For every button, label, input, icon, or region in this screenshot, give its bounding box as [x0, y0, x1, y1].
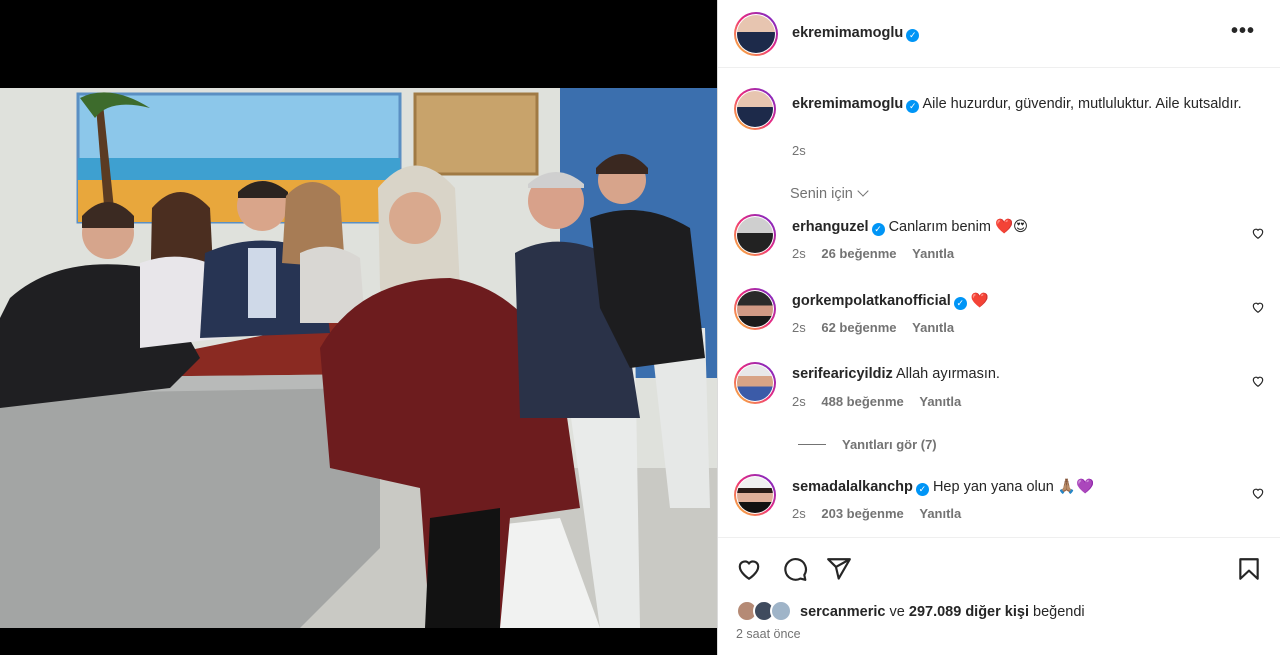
comment-username[interactable]: serifearicyildiz [792, 366, 893, 382]
likes-connector: ve [889, 604, 905, 620]
instagram-post-modal: ekremimamoglu ✓ ••• ekremimamoglu ✓ Aile h… [0, 0, 1280, 655]
post-media[interactable] [0, 0, 717, 655]
sort-label: Senin için [790, 186, 853, 202]
comment-likes[interactable]: 26 beğenme [821, 246, 896, 261]
likes-summary[interactable]: sercanmeric ve 297.089 diğer kişi beğend… [736, 600, 1085, 622]
comment-meta: 2s 26 beğenme Yanıtla [792, 246, 966, 261]
comment-username[interactable]: gorkempolatkanofficial [792, 293, 951, 309]
comment-likes[interactable]: 62 beğenme [821, 320, 896, 335]
commenter-avatar[interactable] [734, 474, 776, 516]
heart-icon[interactable] [1251, 226, 1265, 240]
comment-meta: 2s 488 beğenme Yanıtla [792, 394, 973, 409]
reply-button[interactable]: Yanıtla [919, 394, 961, 409]
commenter-avatar[interactable] [734, 214, 776, 256]
comment-time[interactable]: 2s [792, 394, 806, 409]
author-avatar[interactable] [734, 12, 778, 56]
comment-item: semadalalkanchp ✓ Hep yan yana olun 🙏🏽💜 2… [718, 474, 1280, 534]
caption-timestamp[interactable]: 2s [792, 143, 806, 158]
commenter-avatar[interactable] [734, 362, 776, 404]
post-timestamp[interactable]: 2 saat önce [736, 627, 801, 641]
commenter-avatar[interactable] [734, 288, 776, 330]
more-options-icon[interactable]: ••• [1231, 20, 1255, 43]
post-header: ekremimamoglu ✓ ••• [718, 0, 1280, 68]
comment-item: serifearicyildiz Allah ayırmasın. 2s 488… [718, 362, 1280, 422]
comment-likes[interactable]: 203 beğenme [821, 506, 903, 521]
verified-badge-icon: ✓ [906, 29, 920, 42]
comment-sort-dropdown[interactable]: Senin için [790, 185, 869, 202]
verified-badge-icon: ✓ [953, 297, 967, 310]
view-replies-button[interactable]: Yanıtları gör (7) [798, 437, 937, 452]
caption-username[interactable]: ekremimamoglu [792, 96, 903, 112]
comment-time[interactable]: 2s [792, 246, 806, 261]
comment-likes[interactable]: 488 beğenme [821, 394, 903, 409]
comment-icon[interactable] [782, 556, 808, 582]
like-heart-icon[interactable] [736, 556, 762, 582]
caption-text: Aile huzurdur, güvendir, mutluluktur. Ai… [922, 96, 1242, 112]
share-icon[interactable] [826, 556, 852, 582]
comment-text: erhanguzel ✓ Canlarım benim ❤️😍 [792, 218, 1232, 236]
replies-divider [798, 444, 826, 445]
post-photo [0, 88, 717, 628]
view-replies-label: Yanıtları gör (7) [842, 437, 937, 452]
bookmark-icon[interactable] [1236, 556, 1262, 582]
comment-meta: 2s 203 beğenme Yanıtla [792, 506, 973, 521]
comment-item: gorkempolatkanofficial ✓ ❤️ 2s 62 beğenme… [718, 288, 1280, 348]
heart-icon[interactable] [1251, 374, 1265, 388]
comment-time[interactable]: 2s [792, 506, 806, 521]
caption-avatar[interactable] [734, 88, 776, 130]
verified-badge-icon: ✓ [906, 100, 920, 113]
chevron-down-icon [857, 185, 869, 197]
comment-meta: 2s 62 beğenme Yanıtla [792, 320, 966, 335]
reply-button[interactable]: Yanıtla [912, 246, 954, 261]
likes-suffix: beğendi [1033, 604, 1085, 620]
comment-item: erhanguzel ✓ Canlarım benim ❤️😍 2s 26 beğ… [718, 214, 1280, 274]
heart-icon[interactable] [1251, 486, 1265, 500]
comment-body: ❤️ [970, 293, 989, 309]
comment-username[interactable]: erhanguzel [792, 219, 869, 235]
verified-badge-icon: ✓ [915, 483, 929, 496]
likes-count[interactable]: 297.089 diğer kişi [909, 604, 1029, 620]
reply-button[interactable]: Yanıtla [912, 320, 954, 335]
post-sidebar: ekremimamoglu ✓ ••• ekremimamoglu ✓ Aile h… [717, 0, 1280, 655]
comment-username[interactable]: semadalalkanchp [792, 479, 913, 495]
comment-text: serifearicyildiz Allah ayırmasın. [792, 366, 1232, 382]
verified-badge-icon: ✓ [871, 223, 885, 236]
comment-text: gorkempolatkanofficial ✓ ❤️ [792, 292, 1232, 310]
comment-body: Allah ayırmasın. [895, 366, 1000, 382]
liker-avatars [736, 600, 792, 622]
comment-time[interactable]: 2s [792, 320, 806, 335]
post-actions: sercanmeric ve 297.089 diğer kişi beğend… [718, 537, 1280, 655]
comment-text: semadalalkanchp ✓ Hep yan yana olun 🙏🏽💜 [792, 478, 1232, 496]
comment-body: Canlarım benim ❤️😍 [888, 219, 1029, 235]
heart-icon[interactable] [1251, 300, 1265, 314]
comment-body: Hep yan yana olun 🙏🏽💜 [932, 479, 1094, 495]
liker-username[interactable]: sercanmeric [800, 604, 885, 620]
reply-button[interactable]: Yanıtla [919, 506, 961, 521]
post-caption: ekremimamoglu ✓ Aile huzurdur, güvendir, … [792, 94, 1252, 115]
author-username[interactable]: ekremimamoglu ✓ [792, 24, 920, 42]
